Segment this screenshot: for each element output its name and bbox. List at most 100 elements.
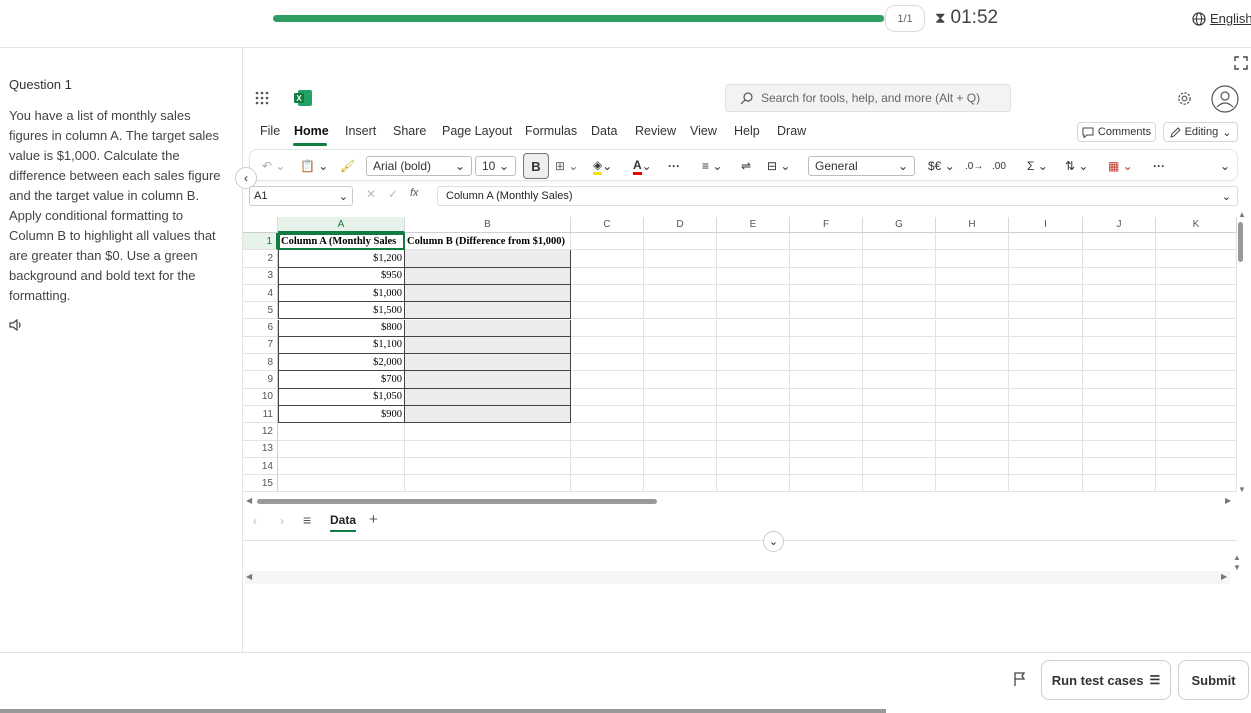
cell[interactable]	[717, 284, 790, 303]
spreadsheet-grid[interactable]: A B C D E F G H I J K 1 Column A (Monthly…	[243, 217, 1237, 495]
cell[interactable]	[790, 302, 863, 320]
all-sheets-icon[interactable]: ≡	[303, 512, 311, 528]
cell[interactable]	[863, 267, 936, 285]
cell[interactable]	[571, 475, 644, 493]
cell[interactable]	[717, 440, 790, 458]
settings-gear-icon[interactable]	[1177, 91, 1192, 106]
cell[interactable]	[1156, 319, 1237, 337]
language-selector[interactable]: English	[1192, 11, 1251, 26]
decrease-decimal-icon[interactable]: .0→	[965, 156, 983, 176]
cell[interactable]	[571, 250, 644, 268]
menu-review[interactable]: Review	[635, 124, 676, 138]
cell[interactable]	[717, 233, 790, 251]
cell[interactable]	[1009, 440, 1083, 458]
column-header-g[interactable]: G	[863, 217, 936, 233]
cell[interactable]	[936, 284, 1009, 303]
comments-button[interactable]: Comments	[1077, 122, 1156, 142]
resize-handle-icon[interactable]: ▲ ▼	[1233, 553, 1241, 573]
cell[interactable]	[790, 336, 863, 355]
cell[interactable]	[717, 354, 790, 372]
submit-button[interactable]: Submit	[1178, 660, 1249, 700]
number-format-select[interactable]: General ⌄	[808, 156, 915, 176]
paste-icon[interactable]: 📋 ⌄	[300, 156, 328, 176]
cell[interactable]	[863, 284, 936, 303]
increase-decimal-icon[interactable]: .00	[992, 156, 1006, 176]
cell[interactable]	[571, 284, 644, 303]
cell[interactable]	[717, 267, 790, 285]
cell[interactable]	[717, 319, 790, 337]
cell[interactable]	[790, 388, 863, 406]
cell[interactable]	[790, 475, 863, 493]
cell[interactable]	[790, 284, 863, 303]
cell[interactable]	[790, 233, 863, 251]
sheet-tab-data[interactable]: Data	[330, 513, 357, 532]
cell[interactable]: Column B (Difference from $1,000)	[405, 233, 571, 251]
cell[interactable]	[644, 302, 717, 320]
wrap-text-icon[interactable]: ⇌	[741, 156, 751, 176]
cell[interactable]	[1156, 475, 1237, 493]
name-box[interactable]: A1 ⌄	[249, 186, 353, 206]
format-painter-icon[interactable]: 🖌	[340, 156, 355, 176]
cell[interactable]	[644, 336, 717, 355]
flag-icon[interactable]	[1012, 671, 1028, 687]
undo-icon[interactable]: ↶ ⌄	[262, 156, 285, 176]
more-ribbon-icon[interactable]: ···	[1153, 156, 1165, 176]
cell[interactable]	[1083, 233, 1156, 251]
cell[interactable]	[1156, 371, 1237, 389]
cell[interactable]	[863, 440, 936, 458]
cell[interactable]	[1009, 284, 1083, 303]
cell[interactable]	[1156, 267, 1237, 285]
cell[interactable]	[790, 354, 863, 372]
fill-color-icon[interactable]: ◈ ⌄	[593, 156, 612, 176]
align-icon[interactable]: ≡ ⌄	[702, 156, 722, 176]
row-header[interactable]: 8	[243, 354, 278, 372]
currency-format-button[interactable]: $€ ⌄	[928, 156, 955, 176]
expand-ribbon-icon[interactable]: ⌄	[1220, 156, 1230, 176]
cell[interactable]	[644, 406, 717, 424]
formula-bar[interactable]: Column A (Monthly Sales) ⌄	[437, 186, 1238, 206]
cell[interactable]	[571, 233, 644, 251]
cell[interactable]	[790, 250, 863, 268]
prev-sheet-icon[interactable]: ‹	[253, 514, 257, 528]
cell[interactable]	[644, 250, 717, 268]
cell[interactable]	[790, 440, 863, 458]
cell[interactable]: $1,000	[278, 284, 405, 303]
column-header-k[interactable]: K	[1156, 217, 1237, 233]
cell[interactable]	[571, 302, 644, 320]
cell[interactable]	[644, 388, 717, 406]
cell[interactable]: $800	[278, 319, 405, 337]
search-box[interactable]: Search for tools, help, and more (Alt + …	[725, 84, 1011, 112]
cell[interactable]	[1156, 406, 1237, 424]
cell[interactable]	[644, 423, 717, 441]
cell[interactable]	[405, 250, 571, 268]
cell[interactable]	[1156, 440, 1237, 458]
cell[interactable]	[644, 475, 717, 493]
cell[interactable]	[1083, 423, 1156, 441]
select-all-corner[interactable]	[243, 217, 278, 233]
app-launcher-icon[interactable]	[255, 91, 269, 105]
cell[interactable]	[1156, 336, 1237, 355]
menu-file[interactable]: File	[260, 124, 280, 138]
function-icon[interactable]: fx	[410, 187, 419, 199]
cell[interactable]	[936, 336, 1009, 355]
menu-share[interactable]: Share	[393, 124, 426, 138]
cell[interactable]	[863, 354, 936, 372]
conditional-format-icon[interactable]: ▦ ⌄	[1108, 156, 1133, 176]
cell[interactable]	[863, 423, 936, 441]
account-avatar-icon[interactable]	[1211, 85, 1239, 113]
add-sheet-icon[interactable]: +	[369, 511, 378, 528]
cell[interactable]: $2,000	[278, 354, 405, 372]
cell[interactable]	[405, 371, 571, 389]
cell[interactable]	[1083, 440, 1156, 458]
cell[interactable]	[1156, 388, 1237, 406]
font-size-select[interactable]: 10 ⌄	[475, 156, 516, 176]
cell[interactable]	[405, 267, 571, 285]
cell[interactable]	[936, 475, 1009, 493]
cell[interactable]	[405, 284, 571, 303]
cell[interactable]: $1,100	[278, 336, 405, 355]
cell[interactable]	[644, 354, 717, 372]
cell[interactable]	[405, 354, 571, 372]
cell[interactable]	[790, 406, 863, 424]
cell[interactable]	[717, 336, 790, 355]
cell[interactable]	[1009, 354, 1083, 372]
